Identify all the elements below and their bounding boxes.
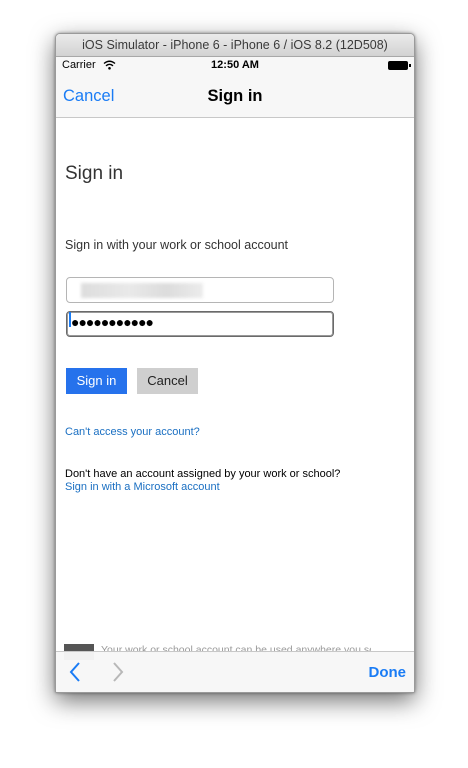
microsoft-account-link[interactable]: Sign in with a Microsoft account (65, 481, 220, 493)
sign-in-button[interactable]: Sign in (66, 368, 127, 394)
password-field[interactable]: ●●●●●●●●●●● (66, 311, 334, 337)
password-value: ●●●●●●●●●●● (71, 314, 154, 330)
username-field[interactable] (66, 277, 334, 303)
bottom-toolbar: Done (56, 651, 414, 692)
cant-access-link[interactable]: Can't access your account? (65, 426, 200, 438)
phone-screen: Sign in Sign in with your work or school… (56, 57, 414, 692)
no-account-text: Don't have an account assigned by your w… (65, 468, 341, 480)
nav-title: Sign in (207, 87, 263, 105)
navigation-bar: Carrier 12:50 AM Cancel Sign in (56, 57, 414, 118)
done-button[interactable]: Done (369, 664, 407, 681)
cancel-button[interactable]: Cancel (137, 368, 198, 394)
simulator-window: iOS Simulator - iPhone 6 - iPhone 6 / iO… (55, 33, 415, 693)
forward-chevron-icon[interactable] (111, 661, 125, 688)
status-bar: Carrier 12:50 AM (56, 57, 414, 75)
subtitle: Sign in with your work or school account (65, 238, 289, 252)
page-title: Sign in (65, 163, 124, 184)
back-chevron-icon[interactable] (68, 661, 82, 688)
redacted-username (81, 283, 203, 298)
window-title: iOS Simulator - iPhone 6 - iPhone 6 / iO… (56, 34, 414, 57)
status-time: 12:50 AM (211, 59, 259, 71)
battery-icon (388, 61, 411, 70)
